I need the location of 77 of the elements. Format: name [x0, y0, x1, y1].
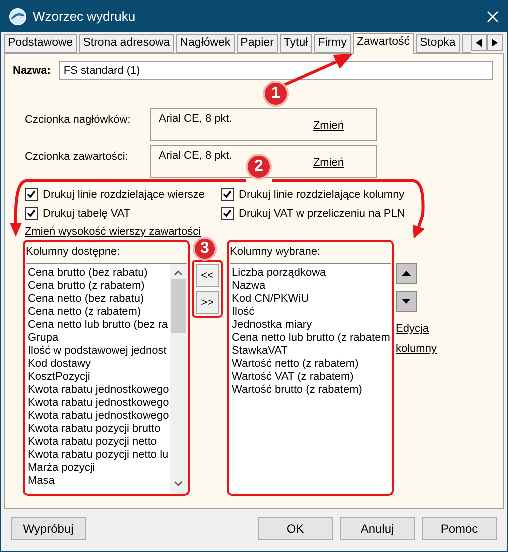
- list-item[interactable]: Wartość brutto (z rabatem): [232, 384, 389, 397]
- list-item[interactable]: Cena netto lub brutto (bez ra: [28, 319, 168, 332]
- list-item[interactable]: Kwota rabatu jednostkowego: [28, 410, 168, 423]
- tab[interactable]: Podstawowe: [4, 34, 78, 53]
- list-item[interactable]: Cena netto (z rabatem): [28, 306, 168, 319]
- checkbox-label: Drukuj tabelę VAT: [43, 208, 131, 220]
- list-item[interactable]: Masa: [28, 475, 168, 488]
- list-item[interactable]: Cena brutto (z rabatem): [28, 280, 168, 293]
- checkbox[interactable]: [221, 207, 234, 220]
- triangle-right-icon: [492, 38, 498, 46]
- list-item[interactable]: Kwota rabatu jednostkowego: [28, 384, 168, 397]
- move-down-button[interactable]: [396, 291, 417, 312]
- list-item[interactable]: Liczba porządkowa: [232, 267, 389, 280]
- checkbox-label: Drukuj linie rozdzielające kolumny: [239, 188, 405, 200]
- tab[interactable]: Strona adresowa: [79, 34, 174, 53]
- name-label: Nazwa:: [13, 64, 51, 76]
- try-button[interactable]: Wypróbuj: [11, 517, 86, 540]
- scroll-right-button[interactable]: [487, 34, 503, 51]
- font-label: Czcionka nagłówków:: [25, 113, 132, 128]
- list-item[interactable]: Kwota rabatu pozycji netto lu: [28, 449, 168, 462]
- checkbox[interactable]: [25, 188, 38, 201]
- font-label: Czcionka zawartości:: [25, 150, 130, 165]
- list-item[interactable]: Wartość netto (z rabatem): [232, 358, 389, 371]
- list-item[interactable]: Grupa: [28, 332, 168, 345]
- dialog-button[interactable]: Pomoc: [422, 517, 497, 540]
- change-font-link[interactable]: Zmień: [313, 157, 344, 169]
- chevron-up-icon[interactable]: [174, 270, 183, 276]
- move-button[interactable]: <<: [196, 264, 219, 287]
- scrollbar[interactable]: [170, 264, 187, 493]
- triangle-left-icon: [476, 38, 482, 46]
- edit-columns-link[interactable]: Edycja kolumny: [396, 319, 446, 359]
- tab[interactable]: Firmy: [314, 34, 351, 53]
- tab[interactable]: Stopka: [416, 34, 460, 53]
- list-item[interactable]: StawkaVAT: [232, 345, 389, 358]
- list-item[interactable]: Kod CN/PKWiU: [232, 293, 389, 306]
- checkbox-label: Drukuj linie rozdzielające wiersze: [43, 188, 206, 200]
- list-item[interactable]: Ilość: [232, 306, 389, 319]
- chevron-down-icon[interactable]: [174, 481, 183, 487]
- dialog-button[interactable]: OK: [258, 517, 333, 540]
- list-item[interactable]: Cena netto (bez rabatu): [28, 293, 168, 306]
- close-icon[interactable]: [487, 10, 499, 22]
- annotation-arrow: [284, 54, 353, 86]
- list-label: Kolumny wybrane:: [230, 246, 322, 258]
- checkbox[interactable]: [221, 188, 234, 201]
- list-item[interactable]: Marża pozycji: [28, 462, 168, 475]
- list-item[interactable]: Cena brutto (bez rabatu): [28, 267, 168, 280]
- move-button[interactable]: >>: [196, 291, 219, 314]
- window-title: Wzorzec wydruku: [33, 9, 137, 24]
- list-item[interactable]: Jednostka miary: [232, 319, 389, 332]
- list-item[interactable]: Ilość w podstawowej jednost: [28, 345, 168, 358]
- list-item[interactable]: Nazwa: [232, 280, 389, 293]
- list-item[interactable]: Cena netto lub brutto (z rabatem: [232, 332, 389, 345]
- triangle-down-icon: [402, 299, 411, 304]
- list-item[interactable]: Kwota rabatu pozycji brutto: [28, 423, 168, 436]
- list-item[interactable]: Wartość VAT (z rabatem): [232, 371, 389, 384]
- list-item[interactable]: Kod dostawy: [28, 358, 168, 371]
- name-field[interactable]: FS standard (1): [58, 61, 493, 80]
- move-up-button[interactable]: [396, 263, 417, 284]
- scroll-thumb[interactable]: [171, 279, 186, 333]
- checkbox[interactable]: [25, 207, 38, 220]
- font-value: Arial CE, 8 pkt.: [159, 113, 232, 125]
- dialog-button[interactable]: Anuluj: [340, 517, 415, 540]
- change-font-link[interactable]: Zmień: [313, 120, 344, 132]
- tab[interactable]: Tytuł: [280, 34, 312, 53]
- scroll-left-button[interactable]: [471, 34, 487, 51]
- triangle-up-icon: [402, 271, 411, 276]
- row-height-link[interactable]: Zmień wysokość wierszy zawartości: [25, 226, 202, 238]
- list-item[interactable]: Kwota rabatu pozycji netto: [28, 436, 168, 449]
- tab[interactable]: Zawartość: [352, 33, 414, 54]
- font-value: Arial CE, 8 pkt.: [159, 150, 232, 162]
- tab[interactable]: Papier: [236, 34, 278, 53]
- tab[interactable]: Nagłówek: [176, 34, 235, 53]
- list-label: Kolumny dostępne:: [26, 246, 122, 258]
- app-logo-icon: [9, 8, 27, 26]
- list-item[interactable]: KosztPozycji: [28, 371, 168, 384]
- list-item[interactable]: Kwota rabatu jednostkowego: [28, 397, 168, 410]
- checkbox-label: Drukuj VAT w przeliczeniu na PLN: [239, 208, 406, 220]
